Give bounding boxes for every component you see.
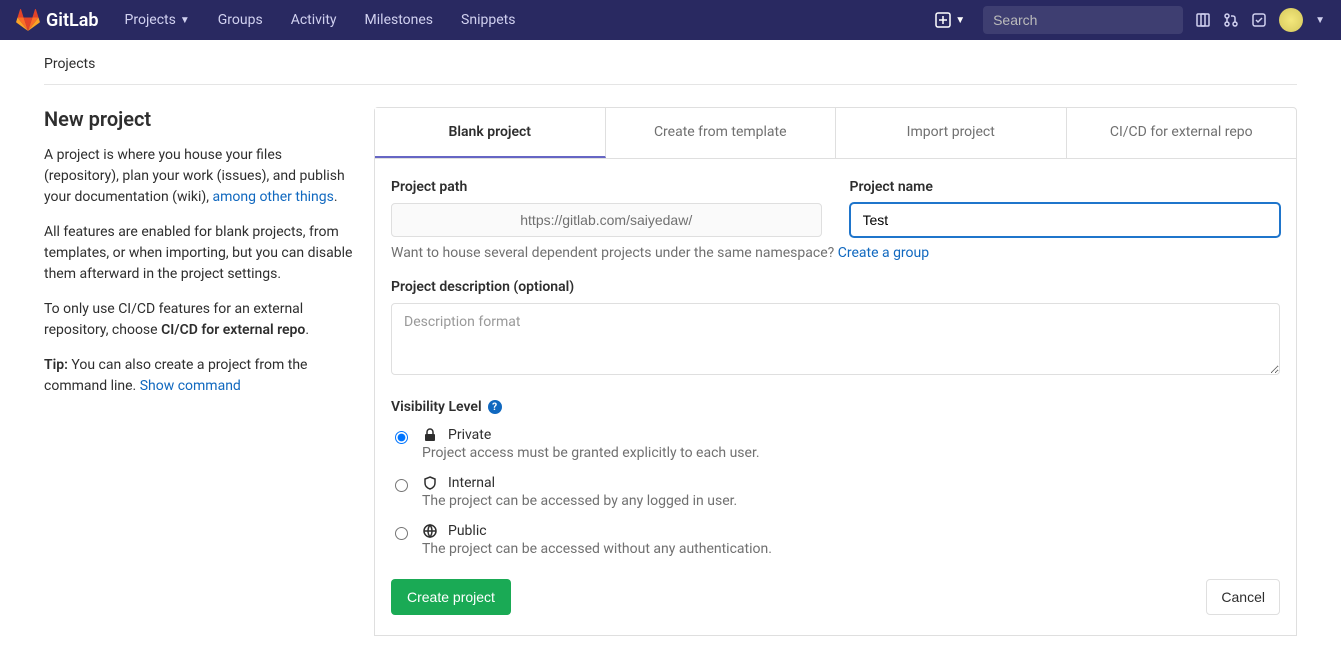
shield-icon <box>422 475 438 491</box>
search-box[interactable] <box>983 6 1183 34</box>
public-title: Public <box>448 523 487 539</box>
brand-text: GitLab <box>46 10 99 31</box>
project-path-label: Project path <box>391 179 822 195</box>
among-other-things-link[interactable]: among other things <box>213 189 334 205</box>
internal-title: Internal <box>448 475 495 491</box>
nav-milestones[interactable]: Milestones <box>353 2 446 38</box>
cancel-button[interactable]: Cancel <box>1206 579 1280 615</box>
layout: New project A project is where you house… <box>44 107 1297 636</box>
globe-icon <box>422 523 438 539</box>
chevron-down-icon: ▼ <box>180 15 190 26</box>
tab-cicd-external[interactable]: CI/CD for external repo <box>1067 108 1297 158</box>
user-avatar[interactable] <box>1279 8 1303 32</box>
tab-import-project[interactable]: Import project <box>836 108 1067 158</box>
internal-desc: The project can be accessed by any logge… <box>422 493 1280 509</box>
search-input[interactable] <box>993 12 1174 28</box>
col-project-path: Project path <box>391 179 822 237</box>
radio-private[interactable] <box>395 431 408 444</box>
form-area: Project path Project name Want to house … <box>374 159 1297 636</box>
main: Blank project Create from template Impor… <box>374 107 1297 636</box>
new-dropdown[interactable]: ▼ <box>929 8 971 32</box>
col-project-name: Project name <box>850 179 1281 237</box>
sidebar-p2: All features are enabled for blank proje… <box>44 222 354 285</box>
nav-activity[interactable]: Activity <box>279 2 349 38</box>
project-name-label: Project name <box>850 179 1281 195</box>
navbar: GitLab Projects ▼ Groups Activity Milest… <box>0 0 1341 40</box>
visibility-private[interactable]: Private Project access must be granted e… <box>391 427 1280 461</box>
lock-icon <box>422 427 438 443</box>
radio-internal[interactable] <box>395 479 408 492</box>
create-group-link[interactable]: Create a group <box>838 245 929 261</box>
navbar-left: GitLab Projects ▼ Groups Activity Milest… <box>16 2 527 38</box>
page-title: New project <box>44 107 354 131</box>
radio-public[interactable] <box>395 527 408 540</box>
tab-blank-project[interactable]: Blank project <box>375 108 606 158</box>
sidebar-p3: To only use CI/CD features for an extern… <box>44 299 354 341</box>
private-title: Private <box>448 427 491 443</box>
description-textarea[interactable] <box>391 303 1280 375</box>
visibility-label: Visibility Level ? <box>391 399 1280 415</box>
chevron-down-icon: ▼ <box>1315 15 1325 26</box>
namespace-hint: Want to house several dependent projects… <box>391 245 1280 261</box>
sidebar-p4: Tip: You can also create a project from … <box>44 355 354 397</box>
visibility-internal[interactable]: Internal The project can be accessed by … <box>391 475 1280 509</box>
breadcrumb: Projects <box>44 56 1297 85</box>
show-command-link[interactable]: Show command <box>140 378 241 394</box>
tabs: Blank project Create from template Impor… <box>374 107 1297 159</box>
issues-icon[interactable] <box>1195 12 1211 28</box>
private-desc: Project access must be granted explicitl… <box>422 445 1280 461</box>
description-label: Project description (optional) <box>391 279 1280 295</box>
plus-square-icon <box>935 12 951 28</box>
nav-projects[interactable]: Projects ▼ <box>113 2 202 38</box>
tab-create-from-template[interactable]: Create from template <box>606 108 837 158</box>
help-icon[interactable]: ? <box>488 400 502 414</box>
project-name-input[interactable] <box>850 203 1281 237</box>
nav-groups[interactable]: Groups <box>206 2 275 38</box>
public-desc: The project can be accessed without any … <box>422 541 1280 557</box>
todos-icon[interactable] <box>1251 12 1267 28</box>
form-row-path-name: Project path Project name <box>391 179 1280 237</box>
form-actions: Create project Cancel <box>391 579 1280 615</box>
merge-requests-icon[interactable] <box>1223 12 1239 28</box>
content: Projects New project A project is where … <box>0 40 1341 652</box>
create-project-button[interactable]: Create project <box>391 579 511 615</box>
chevron-down-icon: ▼ <box>955 15 965 26</box>
navbar-right: ▼ ▼ <box>929 6 1325 34</box>
visibility-public[interactable]: Public The project can be accessed witho… <box>391 523 1280 557</box>
nav-snippets[interactable]: Snippets <box>449 2 527 38</box>
sidebar: New project A project is where you house… <box>44 107 354 636</box>
sidebar-p1: A project is where you house your files … <box>44 145 354 208</box>
gitlab-logo[interactable]: GitLab <box>16 8 99 32</box>
project-path-input <box>391 203 822 237</box>
tanuki-icon <box>16 8 40 32</box>
